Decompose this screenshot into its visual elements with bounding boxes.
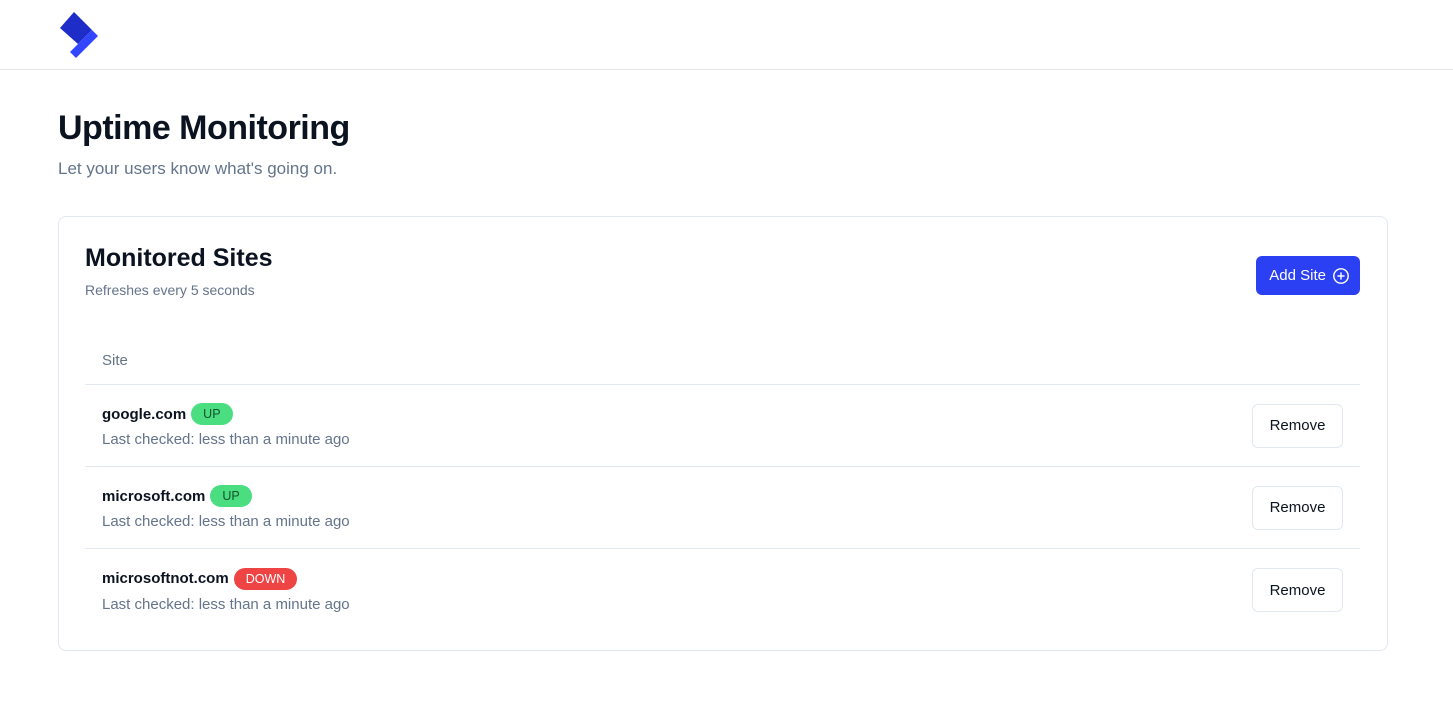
site-name: microsoft.com bbox=[102, 487, 206, 505]
card-heading-group: Monitored Sites Refreshes every 5 second… bbox=[85, 243, 273, 299]
table-row: microsoft.com UP Last checked: less than… bbox=[85, 467, 1360, 549]
card-title: Monitored Sites bbox=[85, 244, 273, 272]
remove-button[interactable]: Remove bbox=[1252, 485, 1343, 530]
site-name: google.com bbox=[102, 405, 187, 423]
table-row: google.com UP Last checked: less than a … bbox=[85, 385, 1360, 467]
card-subtitle: Refreshes every 5 seconds bbox=[85, 282, 255, 298]
remove-button[interactable]: Remove bbox=[1252, 403, 1343, 448]
status-badge: DOWN bbox=[233, 567, 298, 590]
last-checked-text: Last checked: less than a minute ago bbox=[102, 595, 350, 613]
add-site-button[interactable]: Add Site bbox=[1256, 256, 1360, 295]
column-header-site: Site bbox=[102, 352, 128, 369]
last-checked-text: Last checked: less than a minute ago bbox=[102, 431, 350, 448]
site-info: google.com UP Last checked: less than a … bbox=[102, 403, 350, 448]
sites-table: Site google.com UP Last checked: less th… bbox=[85, 337, 1360, 631]
table-header: Site bbox=[85, 337, 1360, 385]
remove-button[interactable]: Remove bbox=[1252, 568, 1343, 612]
add-site-label: Add Site bbox=[1269, 267, 1326, 284]
site-info: microsoftnot.com DOWN Last checked: less… bbox=[102, 567, 350, 613]
last-checked-text: Last checked: less than a minute ago bbox=[102, 513, 350, 530]
page-title: Uptime Monitoring bbox=[58, 109, 350, 147]
status-badge: UP bbox=[210, 485, 252, 507]
status-badge: UP bbox=[191, 403, 233, 425]
page-subtitle: Let your users know what's going on. bbox=[58, 159, 338, 178]
app-logo-icon[interactable] bbox=[58, 11, 98, 58]
monitored-sites-card: Monitored Sites Refreshes every 5 second… bbox=[58, 216, 1388, 651]
card-header: Monitored Sites Refreshes every 5 second… bbox=[85, 243, 1360, 299]
main-content: Uptime Monitoring Let your users know wh… bbox=[0, 108, 1453, 651]
top-navigation-bar bbox=[0, 0, 1453, 70]
site-name: microsoftnot.com bbox=[102, 570, 229, 587]
plus-circle-icon bbox=[1333, 267, 1349, 284]
site-info: microsoft.com UP Last checked: less than… bbox=[102, 485, 350, 530]
table-row: microsoftnot.com DOWN Last checked: less… bbox=[85, 549, 1360, 631]
